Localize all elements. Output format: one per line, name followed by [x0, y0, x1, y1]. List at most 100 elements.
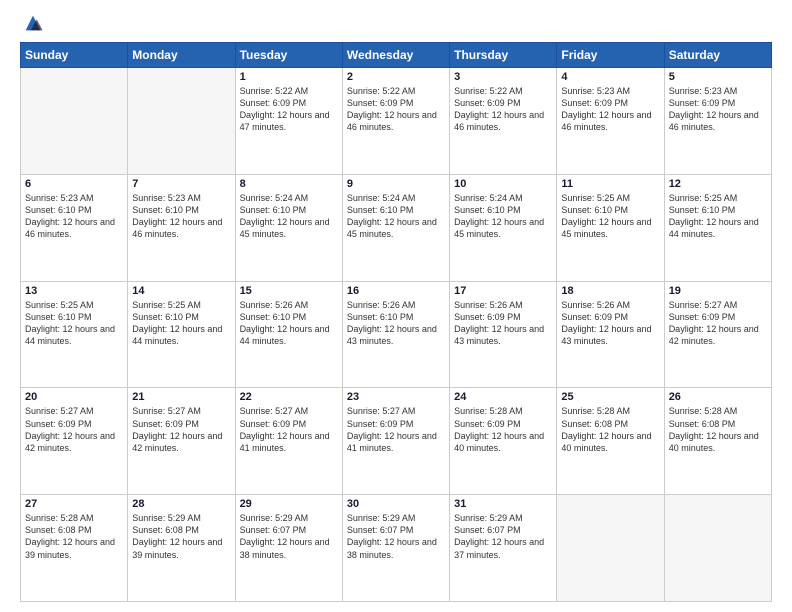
- day-number: 13: [25, 285, 123, 297]
- day-info: Sunrise: 5:26 AM Sunset: 6:09 PM Dayligh…: [561, 299, 659, 348]
- calendar-cell: 1 Sunrise: 5:22 AM Sunset: 6:09 PM Daylig…: [235, 68, 342, 175]
- day-number: 7: [132, 178, 230, 190]
- calendar-cell: 6Sunrise: 5:23 AM Sunset: 6:10 PM Daylig…: [21, 174, 128, 281]
- weekday-header-friday: Friday: [557, 43, 664, 68]
- day-number: 9: [347, 178, 445, 190]
- calendar-cell: [128, 68, 235, 175]
- calendar-week-row: 1 Sunrise: 5:22 AM Sunset: 6:09 PM Daylig…: [21, 68, 772, 175]
- calendar-cell: 13 Sunrise: 5:25 AM Sunset: 6:10 PM Dayli…: [21, 281, 128, 388]
- calendar-cell: [664, 495, 771, 602]
- day-number: 3: [454, 71, 552, 83]
- calendar-cell: 31 Sunrise: 5:29 AM Sunset: 6:07 PM Dayli…: [450, 495, 557, 602]
- day-number: 11: [561, 178, 659, 190]
- day-info: Sunrise: 5:29 AM Sunset: 6:07 PM Dayligh…: [454, 512, 552, 561]
- calendar-cell: 30 Sunrise: 5:29 AM Sunset: 6:07 PM Dayli…: [342, 495, 449, 602]
- calendar-cell: 7 Sunrise: 5:23 AM Sunset: 6:10 PM Daylig…: [128, 174, 235, 281]
- day-info: Sunrise: 5:28 AM Sunset: 6:08 PM Dayligh…: [561, 405, 659, 454]
- day-info: Sunrise: 5:23 AM Sunset: 6:09 PM Dayligh…: [561, 85, 659, 134]
- day-number: 10: [454, 178, 552, 190]
- day-number: 25: [561, 391, 659, 403]
- day-info: Sunrise: 5:24 AM Sunset: 6:10 PM Dayligh…: [240, 192, 338, 241]
- calendar-week-row: 20 Sunrise: 5:27 AM Sunset: 6:09 PM Dayli…: [21, 388, 772, 495]
- calendar-cell: 3 Sunrise: 5:22 AM Sunset: 6:09 PM Daylig…: [450, 68, 557, 175]
- calendar-cell: 22Sunrise: 5:27 AM Sunset: 6:09 PM Dayli…: [235, 388, 342, 495]
- logo: [20, 16, 44, 34]
- weekday-header-wednesday: Wednesday: [342, 43, 449, 68]
- calendar-cell: 27 Sunrise: 5:28 AM Sunset: 6:08 PM Dayli…: [21, 495, 128, 602]
- day-number: 6: [25, 178, 123, 190]
- calendar-cell: 14Sunrise: 5:25 AM Sunset: 6:10 PM Dayli…: [128, 281, 235, 388]
- calendar-cell: [21, 68, 128, 175]
- page: SundayMondayTuesdayWednesdayThursdayFrid…: [0, 0, 792, 612]
- day-info: Sunrise: 5:25 AM Sunset: 6:10 PM Dayligh…: [669, 192, 767, 241]
- calendar-cell: [557, 495, 664, 602]
- day-number: 23: [347, 391, 445, 403]
- day-info: Sunrise: 5:27 AM Sunset: 6:09 PM Dayligh…: [25, 405, 123, 454]
- day-number: 16: [347, 285, 445, 297]
- calendar-cell: 21 Sunrise: 5:27 AM Sunset: 6:09 PM Dayli…: [128, 388, 235, 495]
- weekday-header-sunday: Sunday: [21, 43, 128, 68]
- day-number: 12: [669, 178, 767, 190]
- calendar-cell: 23Sunrise: 5:27 AM Sunset: 6:09 PM Dayli…: [342, 388, 449, 495]
- day-number: 27: [25, 498, 123, 510]
- calendar-cell: 17 Sunrise: 5:26 AM Sunset: 6:09 PM Dayli…: [450, 281, 557, 388]
- day-number: 15: [240, 285, 338, 297]
- calendar-cell: 4 Sunrise: 5:23 AM Sunset: 6:09 PM Daylig…: [557, 68, 664, 175]
- day-number: 2: [347, 71, 445, 83]
- calendar-cell: 18Sunrise: 5:26 AM Sunset: 6:09 PM Dayli…: [557, 281, 664, 388]
- day-info: Sunrise: 5:26 AM Sunset: 6:10 PM Dayligh…: [347, 299, 445, 348]
- calendar-table: SundayMondayTuesdayWednesdayThursdayFrid…: [20, 42, 772, 602]
- day-number: 30: [347, 498, 445, 510]
- day-number: 21: [132, 391, 230, 403]
- day-number: 29: [240, 498, 338, 510]
- day-info: Sunrise: 5:27 AM Sunset: 6:09 PM Dayligh…: [132, 405, 230, 454]
- weekday-header-saturday: Saturday: [664, 43, 771, 68]
- day-info: Sunrise: 5:28 AM Sunset: 6:09 PM Dayligh…: [454, 405, 552, 454]
- weekday-header-row: SundayMondayTuesdayWednesdayThursdayFrid…: [21, 43, 772, 68]
- calendar-week-row: 27 Sunrise: 5:28 AM Sunset: 6:08 PM Dayli…: [21, 495, 772, 602]
- day-info: Sunrise: 5:23 AM Sunset: 6:09 PM Dayligh…: [669, 85, 767, 134]
- day-info: Sunrise: 5:26 AM Sunset: 6:10 PM Dayligh…: [240, 299, 338, 348]
- day-info: Sunrise: 5:29 AM Sunset: 6:07 PM Dayligh…: [240, 512, 338, 561]
- day-info: Sunrise: 5:24 AM Sunset: 6:10 PM Dayligh…: [454, 192, 552, 241]
- calendar-cell: 5 Sunrise: 5:23 AM Sunset: 6:09 PM Daylig…: [664, 68, 771, 175]
- logo-icon: [22, 12, 44, 34]
- calendar-cell: 16 Sunrise: 5:26 AM Sunset: 6:10 PM Dayli…: [342, 281, 449, 388]
- day-number: 24: [454, 391, 552, 403]
- calendar-cell: 8 Sunrise: 5:24 AM Sunset: 6:10 PM Daylig…: [235, 174, 342, 281]
- day-info: Sunrise: 5:22 AM Sunset: 6:09 PM Dayligh…: [240, 85, 338, 134]
- day-info: Sunrise: 5:25 AM Sunset: 6:10 PM Dayligh…: [561, 192, 659, 241]
- day-info: Sunrise: 5:29 AM Sunset: 6:08 PM Dayligh…: [132, 512, 230, 561]
- header: [20, 16, 772, 34]
- calendar-week-row: 6 Sunrise: 5:23 AM Sunset: 6:10 PM Daylig…: [21, 174, 772, 281]
- day-number: 31: [454, 498, 552, 510]
- day-number: 17: [454, 285, 552, 297]
- day-info: Sunrise: 5:27 AM Sunset: 6:09 PM Dayligh…: [669, 299, 767, 348]
- day-info: Sunrise: 5:22 AM Sunset: 6:09 PM Dayligh…: [347, 85, 445, 134]
- day-number: 8: [240, 178, 338, 190]
- calendar-cell: 19Sunrise: 5:27 AM Sunset: 6:09 PM Dayli…: [664, 281, 771, 388]
- calendar-week-row: 13 Sunrise: 5:25 AM Sunset: 6:10 PM Dayli…: [21, 281, 772, 388]
- weekday-header-monday: Monday: [128, 43, 235, 68]
- day-number: 1: [240, 71, 338, 83]
- day-info: Sunrise: 5:22 AM Sunset: 6:09 PM Dayligh…: [454, 85, 552, 134]
- calendar-cell: 20 Sunrise: 5:27 AM Sunset: 6:09 PM Dayli…: [21, 388, 128, 495]
- day-info: Sunrise: 5:29 AM Sunset: 6:07 PM Dayligh…: [347, 512, 445, 561]
- day-info: Sunrise: 5:27 AM Sunset: 6:09 PM Dayligh…: [240, 405, 338, 454]
- day-info: Sunrise: 5:26 AM Sunset: 6:09 PM Dayligh…: [454, 299, 552, 348]
- calendar-cell: 11 Sunrise: 5:25 AM Sunset: 6:10 PM Dayli…: [557, 174, 664, 281]
- day-info: Sunrise: 5:24 AM Sunset: 6:10 PM Dayligh…: [347, 192, 445, 241]
- day-info: Sunrise: 5:23 AM Sunset: 6:10 PM Dayligh…: [132, 192, 230, 241]
- calendar-cell: 12 Sunrise: 5:25 AM Sunset: 6:10 PM Dayli…: [664, 174, 771, 281]
- day-number: 5: [669, 71, 767, 83]
- day-number: 4: [561, 71, 659, 83]
- day-info: Sunrise: 5:28 AM Sunset: 6:08 PM Dayligh…: [25, 512, 123, 561]
- day-number: 20: [25, 391, 123, 403]
- day-number: 14: [132, 285, 230, 297]
- calendar-cell: 25 Sunrise: 5:28 AM Sunset: 6:08 PM Dayli…: [557, 388, 664, 495]
- calendar-cell: 9 Sunrise: 5:24 AM Sunset: 6:10 PM Daylig…: [342, 174, 449, 281]
- day-number: 28: [132, 498, 230, 510]
- day-info: Sunrise: 5:25 AM Sunset: 6:10 PM Dayligh…: [25, 299, 123, 348]
- calendar-cell: 2 Sunrise: 5:22 AM Sunset: 6:09 PM Daylig…: [342, 68, 449, 175]
- calendar-cell: 29 Sunrise: 5:29 AM Sunset: 6:07 PM Dayli…: [235, 495, 342, 602]
